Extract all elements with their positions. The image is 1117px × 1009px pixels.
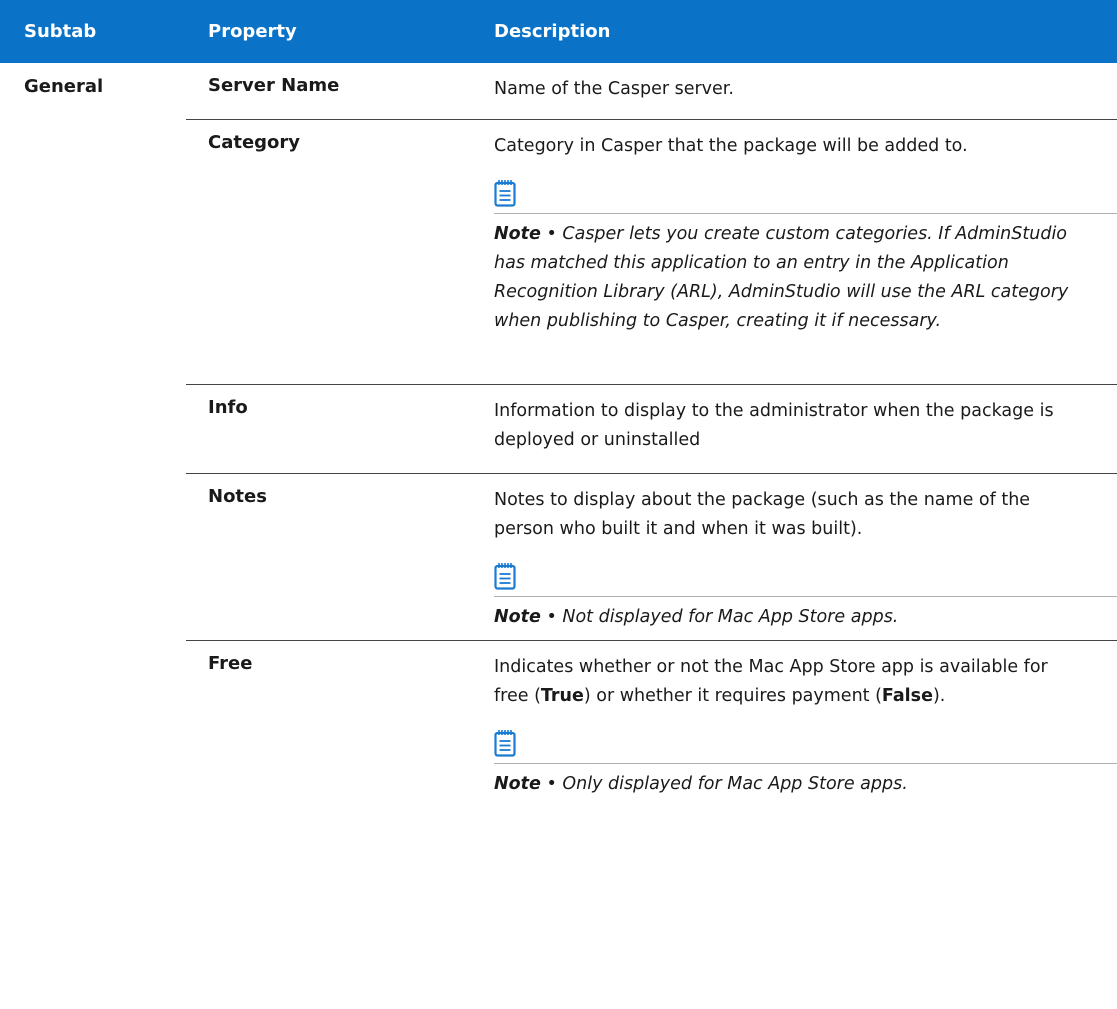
table-row: Server Name Name of the Casper server. bbox=[186, 63, 1117, 120]
property-cell: Server Name bbox=[208, 75, 340, 96]
header-subtab: Subtab bbox=[24, 21, 97, 42]
description-text: Information to display to the administra… bbox=[494, 401, 1054, 450]
note-label: Note bbox=[494, 224, 541, 244]
description-text: Notes to display about the package (such… bbox=[494, 490, 1031, 539]
table-row: Notes Notes to display about the package… bbox=[186, 474, 1117, 641]
note-text: Note • Not displayed for Mac App Store a… bbox=[494, 597, 1087, 632]
property-cell: Info bbox=[208, 397, 248, 418]
table-row: Free Indicates whether or not the Mac Ap… bbox=[186, 641, 1117, 836]
description-text: Category in Casper that the package will… bbox=[494, 136, 968, 156]
subtab-cell: General bbox=[24, 76, 104, 97]
description-cell: Indicates whether or not the Mac App Sto… bbox=[482, 641, 1117, 836]
description-text: Indicates whether or not the Mac App Sto… bbox=[494, 653, 1087, 711]
description-cell: Category in Casper that the package will… bbox=[482, 120, 1117, 384]
description-text: Name of the Casper server. bbox=[494, 79, 734, 99]
table-row: Info Information to display to the admin… bbox=[186, 385, 1117, 474]
property-table: Subtab Property Description General Serv… bbox=[0, 0, 1117, 836]
description-part: ). bbox=[932, 686, 946, 706]
note-text: Note • Only displayed for Mac App Store … bbox=[494, 764, 1087, 799]
note-body: • Only displayed for Mac App Store apps. bbox=[546, 774, 908, 794]
property-cell: Category bbox=[208, 132, 301, 153]
note-body: • Casper lets you create custom categori… bbox=[494, 224, 1069, 331]
table-body: General Server Name Name of the Casper s… bbox=[0, 63, 1117, 836]
description-cell: Notes to display about the package (such… bbox=[482, 474, 1117, 640]
description-part: ) or whether it requires payment ( bbox=[583, 686, 882, 706]
rows-container: Server Name Name of the Casper server. C… bbox=[186, 63, 1117, 836]
notepad-icon bbox=[494, 563, 516, 590]
table-header: Subtab Property Description bbox=[0, 0, 1117, 63]
description-cell: Name of the Casper server. bbox=[482, 63, 1117, 119]
true-value: True bbox=[540, 686, 584, 706]
notepad-icon bbox=[494, 180, 516, 207]
header-property: Property bbox=[208, 21, 297, 42]
note-body: • Not displayed for Mac App Store apps. bbox=[546, 607, 899, 627]
property-cell: Notes bbox=[208, 486, 267, 507]
false-value: False bbox=[881, 686, 933, 706]
note-label: Note bbox=[494, 774, 541, 794]
property-cell: Free bbox=[208, 653, 253, 674]
description-cell: Information to display to the administra… bbox=[482, 385, 1117, 473]
table-row: Category Category in Casper that the pac… bbox=[186, 120, 1117, 385]
note-text: Note • Casper lets you create custom cat… bbox=[494, 214, 1087, 336]
header-description: Description bbox=[494, 21, 611, 42]
note-label: Note bbox=[494, 607, 541, 627]
notepad-icon bbox=[494, 730, 516, 757]
